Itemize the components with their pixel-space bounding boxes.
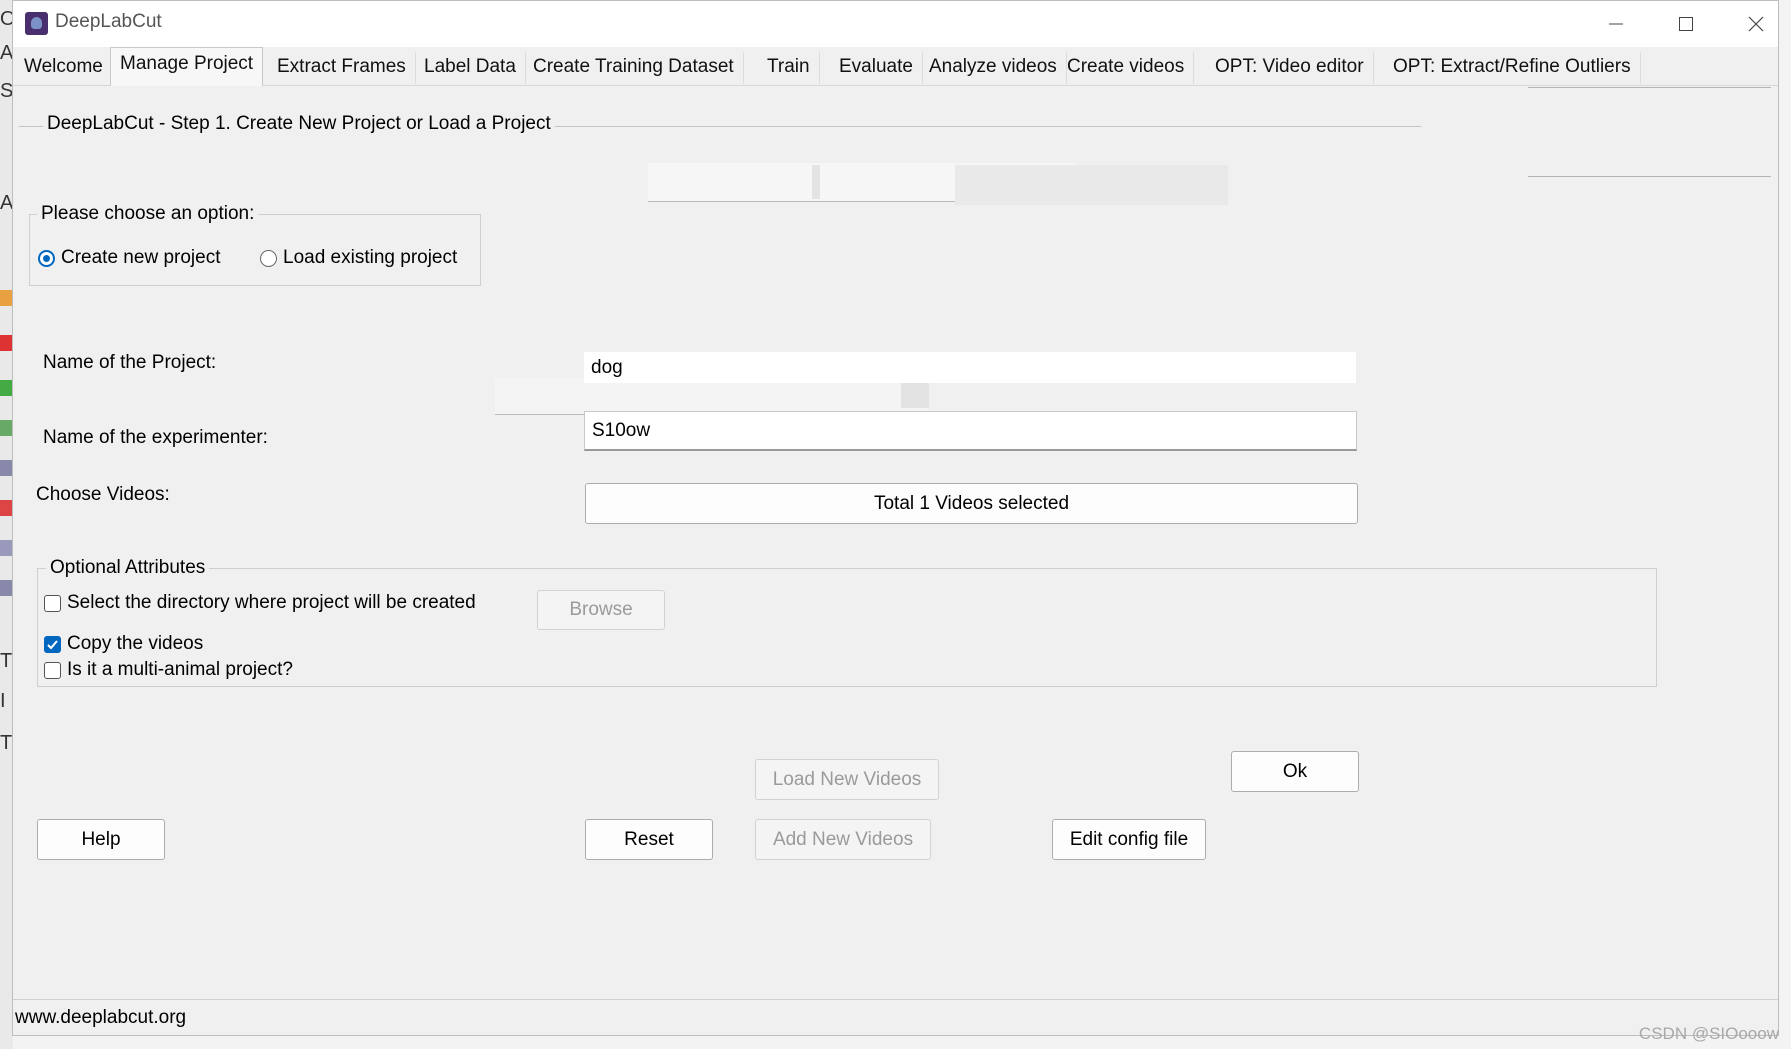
checkbox-unchecked-icon xyxy=(44,661,61,679)
radio-unselected-icon xyxy=(260,249,277,267)
minimize-icon xyxy=(1609,23,1623,25)
tab-evaluate[interactable]: Evaluate xyxy=(830,52,923,84)
reset-button[interactable]: Reset xyxy=(585,819,713,860)
checkbox-unchecked-icon xyxy=(44,594,61,612)
load-existing-project-radio[interactable]: Load existing project xyxy=(260,247,457,269)
tab-video-editor[interactable]: OPT: Video editor xyxy=(1206,52,1374,84)
maximize-button[interactable] xyxy=(1651,1,1721,47)
window-title: DeepLabCut xyxy=(55,11,162,32)
create-new-project-radio[interactable]: Create new project xyxy=(38,247,220,269)
copy-videos-checkbox[interactable]: Copy the videos xyxy=(44,633,203,655)
status-bar-text: www.deeplabcut.org xyxy=(15,1007,187,1028)
browse-button[interactable]: Browse xyxy=(537,590,665,630)
tab-label-data[interactable]: Label Data xyxy=(415,52,526,84)
project-name-input[interactable]: dog xyxy=(584,352,1356,383)
option-group-title: Please choose an option: xyxy=(37,203,259,225)
watermark: CSDN @SIOooow xyxy=(1638,1024,1779,1043)
choose-videos-label: Choose Videos: xyxy=(36,484,170,505)
minimize-button[interactable] xyxy=(1581,1,1651,47)
deeplabcut-window: DeepLabCut Welcome Manage Project Extrac… xyxy=(12,0,1779,1036)
tab-manage-project[interactable]: Manage Project xyxy=(110,47,264,86)
optional-attributes-title: Optional Attributes xyxy=(46,557,210,579)
help-button[interactable]: Help xyxy=(37,819,165,860)
deeplabcut-logo-icon xyxy=(25,12,48,35)
tab-create-videos[interactable]: Create videos xyxy=(1058,52,1195,84)
rendering-artifact xyxy=(955,165,1228,205)
experimenter-label: Name of the experimenter: xyxy=(43,427,268,448)
tab-analyze-videos[interactable]: Analyze videos xyxy=(920,52,1067,84)
tab-extract-frames[interactable]: Extract Frames xyxy=(268,52,416,84)
project-name-label: Name of the Project: xyxy=(43,352,217,373)
experimenter-input[interactable]: S10ow xyxy=(584,411,1357,451)
ok-button[interactable]: Ok xyxy=(1231,751,1359,792)
title-bar: DeepLabCut xyxy=(13,1,1778,47)
close-icon xyxy=(1748,16,1764,32)
maximize-icon xyxy=(1679,17,1693,31)
rendering-artifact xyxy=(812,165,820,199)
select-directory-checkbox[interactable]: Select the directory where project will … xyxy=(44,592,476,614)
tab-extract-refine-outliers[interactable]: OPT: Extract/Refine Outliers xyxy=(1384,52,1641,84)
divider-line xyxy=(1528,87,1771,88)
multi-animal-checkbox[interactable]: Is it a multi-animal project? xyxy=(44,659,293,681)
tab-bar: Welcome Manage Project Extract Frames La… xyxy=(13,47,1778,86)
status-divider xyxy=(13,999,1778,1000)
choose-videos-button[interactable]: Total 1 Videos selected xyxy=(585,483,1358,524)
close-button[interactable] xyxy=(1721,1,1791,47)
tab-train[interactable]: Train xyxy=(758,52,820,84)
step-title: DeepLabCut - Step 1. Create New Project … xyxy=(43,113,555,135)
checkbox-checked-icon xyxy=(44,635,61,653)
load-new-videos-button[interactable]: Load New Videos xyxy=(755,759,939,800)
rendering-artifact xyxy=(495,378,929,415)
divider-line xyxy=(1528,176,1771,177)
radio-selected-icon xyxy=(38,249,55,267)
add-new-videos-button[interactable]: Add New Videos xyxy=(755,819,931,860)
tab-welcome[interactable]: Welcome xyxy=(15,52,113,84)
edit-config-file-button[interactable]: Edit config file xyxy=(1052,819,1206,860)
tab-create-training-dataset[interactable]: Create Training Dataset xyxy=(524,52,744,84)
rendering-artifact xyxy=(901,382,929,408)
